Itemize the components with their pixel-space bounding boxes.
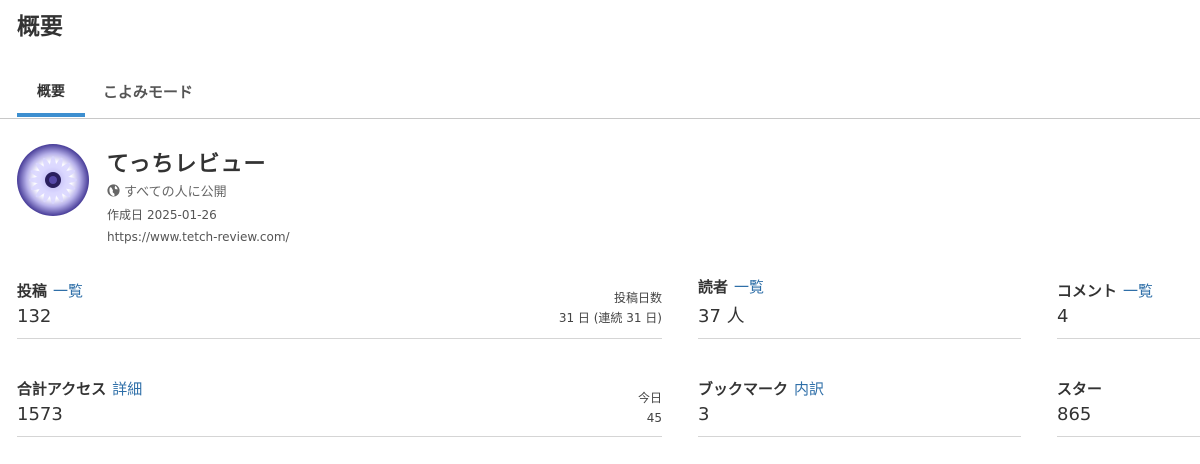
stat-access: 合計アクセス 詳細 1573 今日 45 (17, 378, 662, 437)
stat-bookmarks: ブックマーク 内訳 3 (698, 378, 1021, 437)
created-date: 作成日 2025-01-26 (107, 206, 221, 223)
stat-access-today: 今日 45 (638, 388, 662, 428)
tab-calendar-mode[interactable]: こよみモード (103, 81, 193, 102)
posts-list-link[interactable]: 一覧 (53, 282, 83, 300)
stat-posts: 投稿 一覧 132 投稿日数 31 日 (連続 31 日) (17, 280, 662, 339)
visibility-status: すべての人に公開 (107, 181, 227, 200)
globe-icon (107, 184, 120, 197)
stat-posts-days: 投稿日数 31 日 (連続 31 日) (559, 288, 662, 328)
comments-list-link[interactable]: 一覧 (1123, 282, 1153, 300)
stat-access-value: 1573 (17, 404, 63, 425)
blog-title: てっちレビュー (107, 152, 267, 177)
stat-posts-value: 132 (17, 306, 52, 327)
stat-stars-label: スター (1057, 380, 1103, 398)
stat-bookmarks-value: 3 (698, 404, 710, 425)
tab-overview[interactable]: 概要 (17, 81, 85, 117)
created-value: 2025-01-26 (147, 208, 217, 222)
blog-url: https://www.tetch-review.com/ (107, 230, 290, 244)
access-detail-link[interactable]: 詳細 (112, 380, 142, 398)
avatar[interactable] (17, 144, 89, 216)
post-days-value: 31 日 (連続 31 日) (558, 311, 662, 325)
stat-readers: 読者 一覧 37 人 (698, 276, 1021, 339)
stat-readers-label: 読者 一覧 (698, 278, 765, 296)
stat-access-label: 合計アクセス 詳細 (17, 380, 143, 398)
stat-bookmarks-label: ブックマーク 内訳 (698, 380, 825, 398)
stat-stars: スター 865 (1057, 378, 1200, 437)
page-title: 概要 (17, 14, 63, 40)
today-label: 今日 (637, 391, 662, 405)
stat-stars-value: 865 (1057, 404, 1092, 425)
stat-comments-value: 4 (1057, 306, 1069, 327)
stat-comments: コメント 一覧 4 (1057, 280, 1200, 339)
stat-readers-value: 37 人 (698, 306, 745, 327)
tab-bar: 概要 こよみモード (0, 70, 1200, 119)
created-label: 作成日 (107, 208, 144, 222)
stat-comments-label: コメント 一覧 (1057, 282, 1154, 300)
bookmarks-breakdown-link[interactable]: 内訳 (794, 380, 824, 398)
stat-posts-label: 投稿 一覧 (17, 282, 84, 300)
readers-list-link[interactable]: 一覧 (734, 278, 764, 296)
today-value: 45 (646, 411, 662, 425)
visibility-label: すべての人に公開 (124, 185, 227, 200)
post-days-label: 投稿日数 (613, 291, 662, 305)
